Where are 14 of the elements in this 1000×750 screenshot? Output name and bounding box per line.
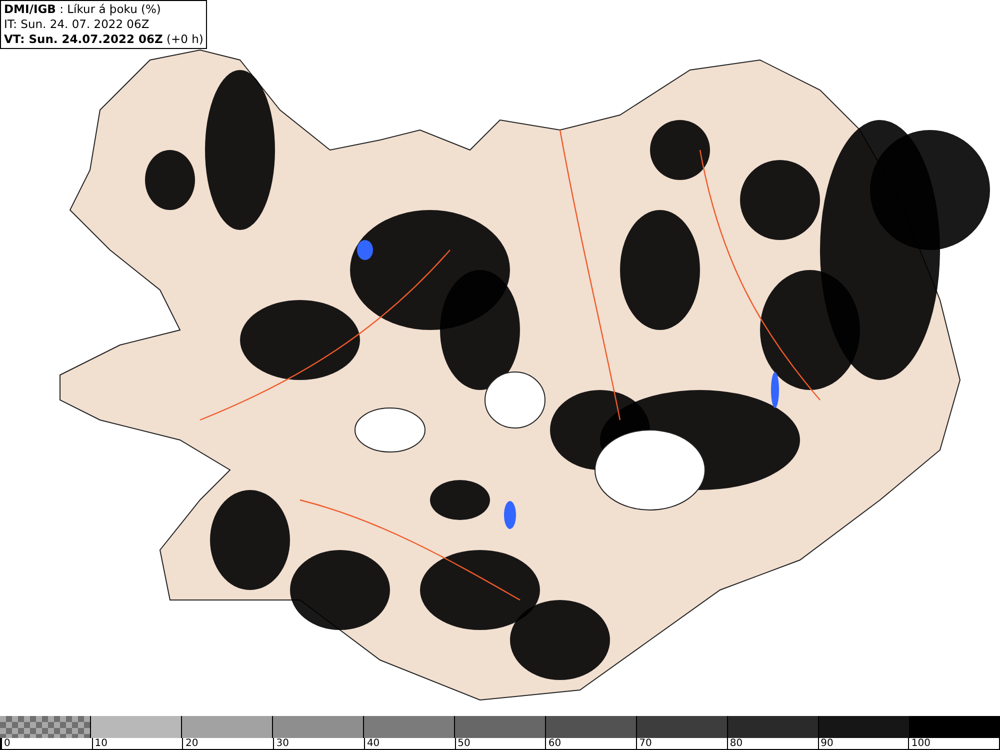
scale-label: 20	[182, 738, 198, 749]
scale-label: 30	[273, 738, 289, 749]
scale-label: 90	[818, 738, 834, 749]
scale-label: 0	[1, 738, 10, 749]
scale-label: 70	[636, 738, 652, 749]
scale-label: 60	[545, 738, 562, 749]
info-line: IT: Sun. 24. 07. 2022 06Z	[4, 17, 150, 32]
info-line: VT: Sun. 24.07.2022 06Z (+0 h)	[4, 32, 204, 47]
info-line: DMI/IGB : Líkur á þoku (%)	[4, 2, 162, 17]
scale-label: 80	[726, 738, 743, 749]
scale-label: 40	[364, 738, 380, 749]
scale-label: 100	[908, 738, 930, 749]
scale-label: 50	[454, 738, 470, 749]
scale-label: 10	[92, 738, 108, 749]
